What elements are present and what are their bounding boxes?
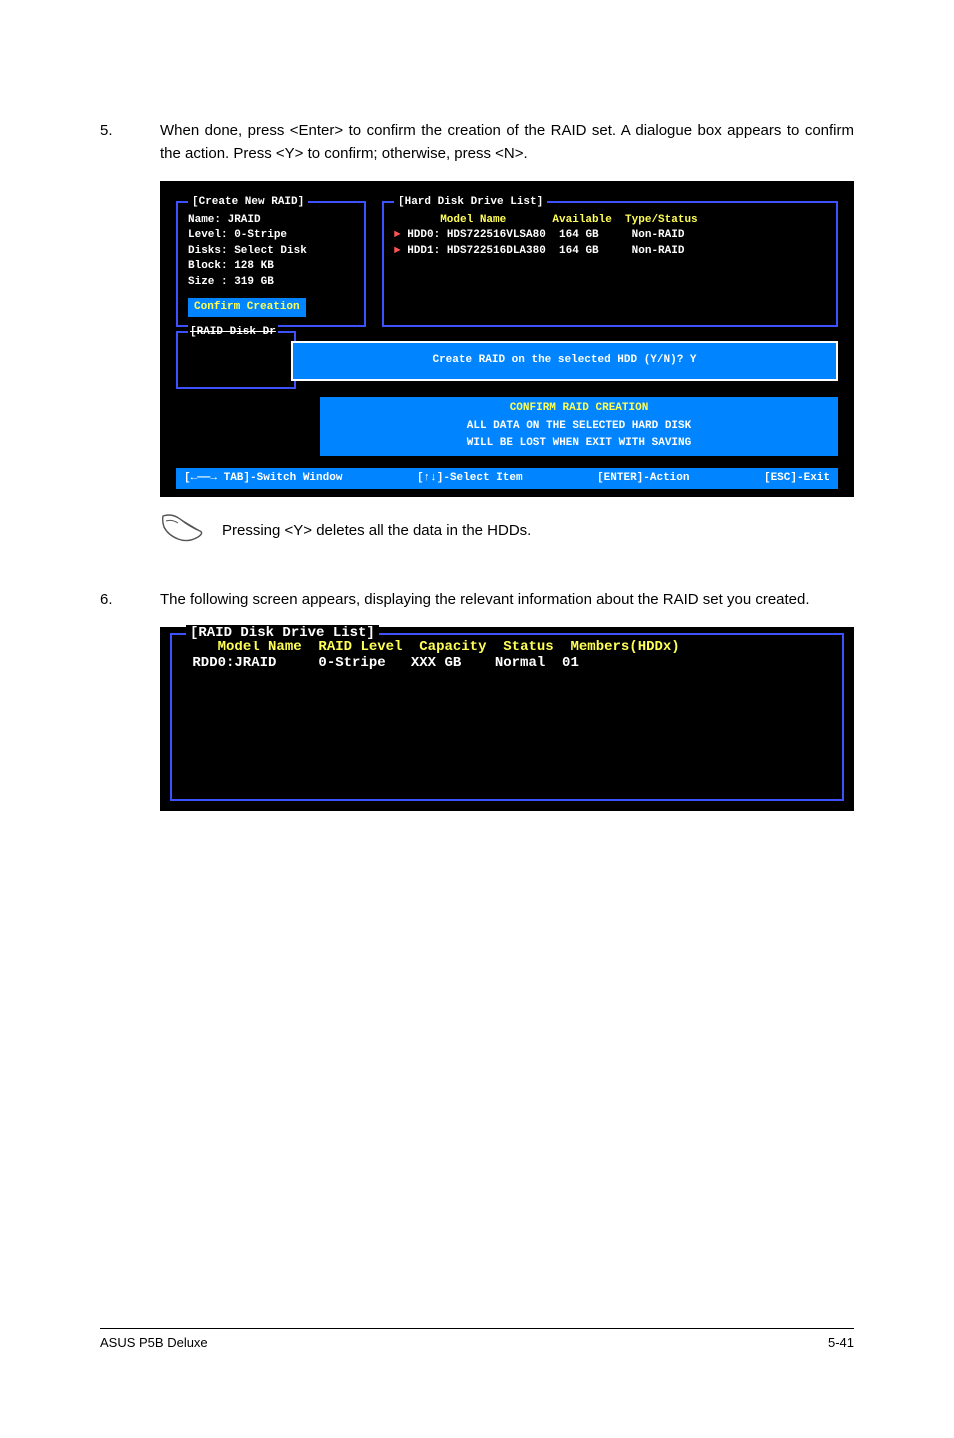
terminal-screenshot-2: [RAID Disk Drive List] Model Name RAID L… [160, 627, 854, 811]
field-block: Block: 128 KB [188, 259, 354, 274]
confirm-raid-creation-pill: CONFIRM RAID CREATION ALL DATA ON THE SE… [320, 397, 838, 455]
step6-number: 6. [100, 589, 130, 612]
raid-disk-drive-panel-truncated: [RAID Disk Dr [176, 331, 296, 389]
note-text: Pressing <Y> deletes all the data in the… [222, 522, 531, 539]
page-footer: ASUS P5B Deluxe 5-41 [100, 1328, 854, 1350]
confirm-creation-button[interactable]: Confirm Creation [188, 298, 306, 317]
field-disks: Disks: Select Disk [188, 244, 354, 259]
field-size: Size : 319 GB [188, 275, 354, 290]
footer-left: ASUS P5B Deluxe [100, 1335, 208, 1350]
field-name: Name: JRAID [188, 213, 354, 228]
marker-icon: ► [394, 229, 401, 241]
panel-title: [RAID Disk Drive List] [186, 625, 379, 641]
raid-row-0: RDD0:JRAID 0-Stripe XXX GB Normal 01 [184, 655, 830, 671]
hdd-header-row: Model Name Available Type/Status [394, 213, 826, 228]
key-enter: [ENTER]-Action [597, 471, 689, 486]
key-arrows: [↑↓]-Select Item [417, 471, 523, 486]
footer-right: 5-41 [828, 1335, 854, 1350]
key-tab: [←――→ TAB]-Switch Window [184, 471, 342, 486]
step5-text: When done, press <Enter> to confirm the … [160, 120, 854, 165]
panel-title: [Hard Disk Drive List] [394, 195, 547, 210]
hdd-row-1: ► HDD1: HDS722516DLA380 164 GB Non-RAID [394, 244, 826, 259]
confirm-popup[interactable]: Create RAID on the selected HDD (Y/N)? Y [291, 341, 838, 380]
marker-icon: ► [394, 245, 401, 257]
step5-number: 5. [100, 120, 130, 165]
header-row: Model Name RAID Level Capacity Status Me… [184, 639, 830, 655]
panel-title: [RAID Disk Dr [188, 325, 278, 340]
hdd-row-0: ► HDD0: HDS722516VLSA80 164 GB Non-RAID [394, 228, 826, 243]
hdd-list-panel: [Hard Disk Drive List] Model Name Availa… [382, 201, 838, 327]
note-hand-icon [160, 513, 204, 549]
terminal-screenshot-1: [Create New RAID] Name: JRAID Level: 0-S… [160, 181, 854, 497]
key-esc: [ESC]-Exit [764, 471, 830, 486]
terminal-footer-keys: [←――→ TAB]-Switch Window [↑↓]-Select Ite… [176, 468, 838, 489]
field-level: Level: 0-Stripe [188, 228, 354, 243]
create-new-raid-panel: [Create New RAID] Name: JRAID Level: 0-S… [176, 201, 366, 327]
step6-text: The following screen appears, displaying… [160, 589, 854, 612]
panel-title: [Create New RAID] [188, 195, 308, 210]
raid-disk-drive-list-panel: [RAID Disk Drive List] Model Name RAID L… [170, 633, 844, 801]
